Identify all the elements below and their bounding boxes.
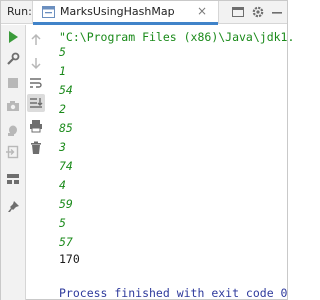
minimize-icon[interactable] <box>269 4 285 20</box>
output-line: 74 <box>59 159 73 173</box>
run-window-header: Run: MarksUsingHashMap × <box>1 1 287 25</box>
process-finished-message: Process finished with exit code 0 <box>59 286 288 300</box>
scroll-to-end-button[interactable] <box>27 94 45 112</box>
output-line: 59 <box>59 197 73 211</box>
output-line: 57 <box>59 235 73 249</box>
scroll-up-button[interactable] <box>27 31 45 49</box>
soft-wrap-icon <box>30 78 42 88</box>
arrow-down-icon <box>31 58 41 70</box>
layout-button[interactable] <box>5 171 21 187</box>
exit-button[interactable] <box>5 144 21 160</box>
java-command-line: "C:\Program Files (x86)\Java\jdk1. <box>59 30 295 44</box>
output-line: 4 <box>59 178 66 192</box>
total-output-line: 170 <box>59 252 80 266</box>
layout-icon <box>7 174 19 184</box>
pin-icon <box>8 201 19 212</box>
tab-marks-using-hashmap[interactable]: MarksUsingHashMap × <box>32 1 219 25</box>
edit-configuration-button[interactable] <box>5 51 21 67</box>
output-line: 2 <box>59 102 66 116</box>
run-config-icon <box>42 6 55 18</box>
camera-icon <box>7 101 19 111</box>
close-tab-icon[interactable]: × <box>197 4 207 18</box>
scroll-to-end-icon <box>30 98 43 108</box>
exit-icon <box>6 145 19 159</box>
output-line: 54 <box>59 83 73 97</box>
scroll-down-button[interactable] <box>27 54 45 72</box>
gear-icon[interactable] <box>250 4 266 20</box>
console-output[interactable]: "C:\Program Files (x86)\Java\jdk1. 5 1 5… <box>52 26 294 300</box>
run-toolbar <box>1 25 26 300</box>
bug-icon <box>8 125 17 136</box>
play-icon <box>9 31 18 43</box>
run-label: Run: <box>7 5 32 18</box>
printer-icon <box>30 120 42 133</box>
restore-breakpoints-button[interactable] <box>5 121 21 137</box>
restore-layout-icon[interactable] <box>230 4 246 20</box>
soft-wrap-button[interactable] <box>27 74 45 92</box>
output-line: 5 <box>59 216 66 230</box>
wrench-icon <box>7 52 20 65</box>
stop-icon <box>8 78 18 88</box>
trash-icon <box>31 141 41 154</box>
run-tool-window: Run: MarksUsingHashMap × "C:\Program Fil… <box>0 0 294 300</box>
clear-all-button[interactable] <box>27 139 45 157</box>
arrow-up-icon <box>31 33 41 45</box>
output-line: 3 <box>59 140 66 154</box>
output-line: 5 <box>59 45 66 59</box>
rerun-button[interactable] <box>5 29 21 45</box>
dump-threads-button[interactable] <box>5 98 21 114</box>
tab-label: MarksUsingHashMap <box>60 5 175 18</box>
active-tab-indicator <box>33 22 218 25</box>
stop-button[interactable] <box>5 75 21 91</box>
output-line: 1 <box>59 64 66 78</box>
output-line: 85 <box>59 121 73 135</box>
pin-tab-button[interactable] <box>5 199 21 215</box>
print-button[interactable] <box>27 117 45 135</box>
